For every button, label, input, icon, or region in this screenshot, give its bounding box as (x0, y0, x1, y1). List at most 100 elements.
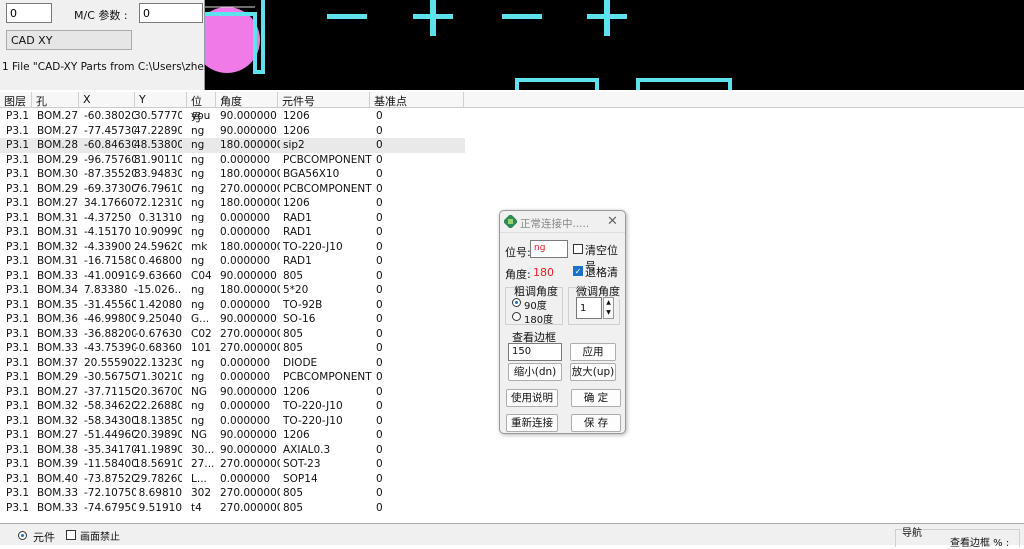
table-row[interactable]: P3.1 BOM.32 -58.34300 18.13850 ng 0.000000 TO-… (0, 414, 465, 429)
status-bar: 元件 画面禁止 导航 查看边框 % : (0, 523, 1024, 549)
table-cell: BOM.36 (37, 313, 79, 325)
close-icon[interactable]: ✕ (607, 214, 618, 229)
connection-dialog: 正常连接中..... ✕ 位号: ng 清空位号 角度: 180 ✓ 退格清空 … (499, 210, 626, 434)
table-row[interactable]: P3.1 BOM.29 -30.56750 71.30210 ng 0.000000 PCB… (0, 370, 465, 385)
table-row[interactable]: P3.1 BOM.27 -60.38020 30.57770 you 90.000000 1… (0, 109, 465, 124)
table-cell: BOM.34 (37, 284, 79, 296)
radio-90[interactable] (512, 298, 521, 307)
table-cell: 1206 (283, 124, 310, 137)
field1-input[interactable] (6, 3, 52, 23)
col-ref[interactable]: 基准点 (370, 92, 464, 108)
table-row[interactable]: P3.1 BOM.40 -73.87520 29.78260 L... 0.000000 S… (0, 472, 465, 487)
table-cell: 0.000000 (220, 356, 271, 369)
clear-pos-checkbox[interactable] (573, 244, 583, 254)
table-row[interactable]: P3.1 BOM.33 -36.88200 -0.67630 C02 270.000000… (0, 327, 465, 342)
table-cell: ng (191, 255, 205, 267)
table-cell: 0 (376, 182, 383, 195)
shrink-button[interactable]: 缩小(dn) (508, 363, 562, 381)
plus-marker-v (430, 0, 436, 36)
table-row[interactable]: P3.1 BOM.27 -37.71150 20.36700 NG 90.000000 12… (0, 385, 465, 400)
reconnect-button[interactable]: 重新连接 (506, 414, 558, 432)
table-cell: ng (191, 298, 205, 311)
table-row[interactable]: P3.1 BOM.33 -74.67950 9.51910 t4 270.000000 80… (0, 501, 465, 516)
table-row[interactable]: P3.1 BOM.30 -87.35520 83.94830 ng 180.000000 B… (0, 167, 465, 182)
table-row[interactable]: P3.1 BOM.29 -69.37300 76.79610 ng 270.000000 P… (0, 182, 465, 197)
table-cell: 0 (376, 327, 383, 340)
component-radio-label: 元件 (33, 531, 55, 544)
dialog-titlebar[interactable]: 正常连接中..... ✕ (500, 211, 625, 233)
table-row[interactable]: P3.1 BOM.29 -96.75760 81.90110 ng 0.000000 PCB… (0, 153, 465, 168)
retreat-clear-checkbox[interactable]: ✓ (573, 266, 583, 276)
table-row[interactable]: P3.1 BOM.33 -43.75390 -0.68360 101 270.000000… (0, 341, 465, 356)
table-cell: -37.71150 (84, 385, 136, 398)
col-part[interactable]: 元件号 (278, 92, 370, 108)
enlarge-button[interactable]: 放大(up) (570, 363, 616, 381)
col-x[interactable]: X (79, 92, 135, 108)
screen-disable-checkbox[interactable] (66, 530, 76, 540)
table-row[interactable]: P3.1 BOM.27 -77.45730 47.22890 ng 90.000000 12… (0, 124, 465, 139)
table-cell: 9.25040 (138, 313, 182, 325)
table-row[interactable]: P3.1 BOM.32 -58.34620 22.26880 ng 0.000000 TO-… (0, 399, 465, 414)
table-row[interactable]: P3.1 BOM.27 34.17660 72.12310 ng 180.000000 12… (0, 196, 465, 211)
col-pos[interactable]: 位号 (187, 92, 216, 124)
table-cell: BOM.30 (37, 168, 79, 180)
table-row[interactable]: P3.1 BOM.35 -31.45560 1.42080 ng 0.000000 TO-9… (0, 298, 465, 313)
table-cell: ng (191, 371, 205, 383)
table-row[interactable]: P3.1 BOM.31 -16.71580 0.46800 ng 0.000000 RAD1… (0, 254, 465, 269)
apply-button[interactable]: 应用(me) (570, 343, 616, 374)
component-radio[interactable] (18, 531, 27, 540)
table-row[interactable]: P3.1 BOM.37 20.55590 22.13230 ng 0.000000 DIOD… (0, 356, 465, 371)
col-y[interactable]: Y (135, 92, 187, 108)
table-cell: BOM.27 (37, 197, 79, 209)
table-cell: 0 (376, 269, 383, 282)
table-cell: P3.1 (6, 298, 30, 311)
col-hole[interactable]: 孔 (32, 92, 79, 108)
pcb-drawing (205, 0, 732, 90)
table-row[interactable]: P3.1 BOM.39 -11.58400 18.56910 27... 270.0000… (0, 457, 465, 472)
table-cell: RAD1 (283, 211, 312, 224)
table-cell: 270.000000 (220, 182, 280, 195)
table-cell: 0 (376, 458, 383, 470)
col-layer[interactable]: 图层 (0, 92, 32, 108)
save-button[interactable]: 保 存 (571, 414, 621, 432)
table-row[interactable]: P3.1 BOM.31 -4.15170 10.90990 ng 0.000000 RAD1… (0, 225, 465, 240)
pcb-canvas[interactable] (205, 0, 1024, 90)
table-cell: P3.1 (6, 226, 30, 238)
table-cell: BOM.38 (37, 443, 79, 456)
table-cell: BOM.33 (37, 501, 79, 514)
help-button[interactable]: 使用说明 (506, 389, 558, 407)
table-cell: BOM.40 (37, 472, 79, 485)
table-row[interactable]: P3.1 BOM.31 -4.37250 0.31310 ng 0.000000 RAD1 0 (0, 211, 465, 226)
fine-angle-input[interactable]: 1 (576, 297, 602, 319)
table-row[interactable]: P3.1 BOM.32 -4.33900 24.59620 mk 180.000000 TO… (0, 240, 465, 255)
table-cell: BOM.28 (37, 139, 79, 151)
fine-angle-spinner[interactable]: ▲ ▼ (603, 297, 614, 319)
table-row[interactable]: P3.1 BOM.33 -72.10750 8.69810 302 270.000000 8… (0, 486, 465, 501)
table-cell: P3.1 (6, 443, 30, 456)
radio-180[interactable] (512, 312, 521, 321)
table-cell: BOM.39 (37, 458, 79, 470)
table-row[interactable]: P3.1 BOM.36 -46.99800 9.25040 G... 90.000000 S… (0, 312, 465, 327)
table-cell: 90.000000 (220, 110, 277, 122)
table-cell: SOP14 (283, 472, 318, 485)
mc-param-input[interactable] (139, 3, 203, 23)
ok-button[interactable]: 确 定 (571, 389, 621, 407)
table-row[interactable]: P3.1 BOM.28 -60.84630 48.53800 ng 180.000000 s… (0, 138, 465, 153)
col-angle[interactable]: 角度 (216, 92, 278, 108)
table-cell: 81.90110 (134, 153, 182, 166)
table-row[interactable]: P3.1 BOM.27 -51.44960 20.39890 NG 90.000000 12… (0, 428, 465, 443)
table-cell: 0 (376, 284, 383, 296)
border-input[interactable]: 150 (508, 343, 562, 361)
table-cell: 90.000000 (220, 124, 277, 137)
table-row[interactable]: P3.1 BOM.34 7.83380 -15.026... ng 180.000000 5… (0, 283, 465, 298)
table-cell: BOM.32 (37, 240, 79, 253)
table-row[interactable]: P3.1 BOM.33 -41.00910 -9.63660 C04 90.000000 8… (0, 269, 465, 284)
table-cell: P3.1 (6, 501, 30, 514)
table-cell: 180.000000 (220, 284, 280, 296)
table-cell: -58.34300 (84, 414, 136, 427)
table-row[interactable]: P3.1 BOM.38 -35.34170 41.19890 30... 90.00000… (0, 443, 465, 458)
pos-input[interactable]: ng (530, 240, 568, 258)
table-cell: 27... (191, 458, 215, 470)
table-cell: ng (191, 124, 205, 137)
table-cell: 5*20 (283, 284, 309, 296)
